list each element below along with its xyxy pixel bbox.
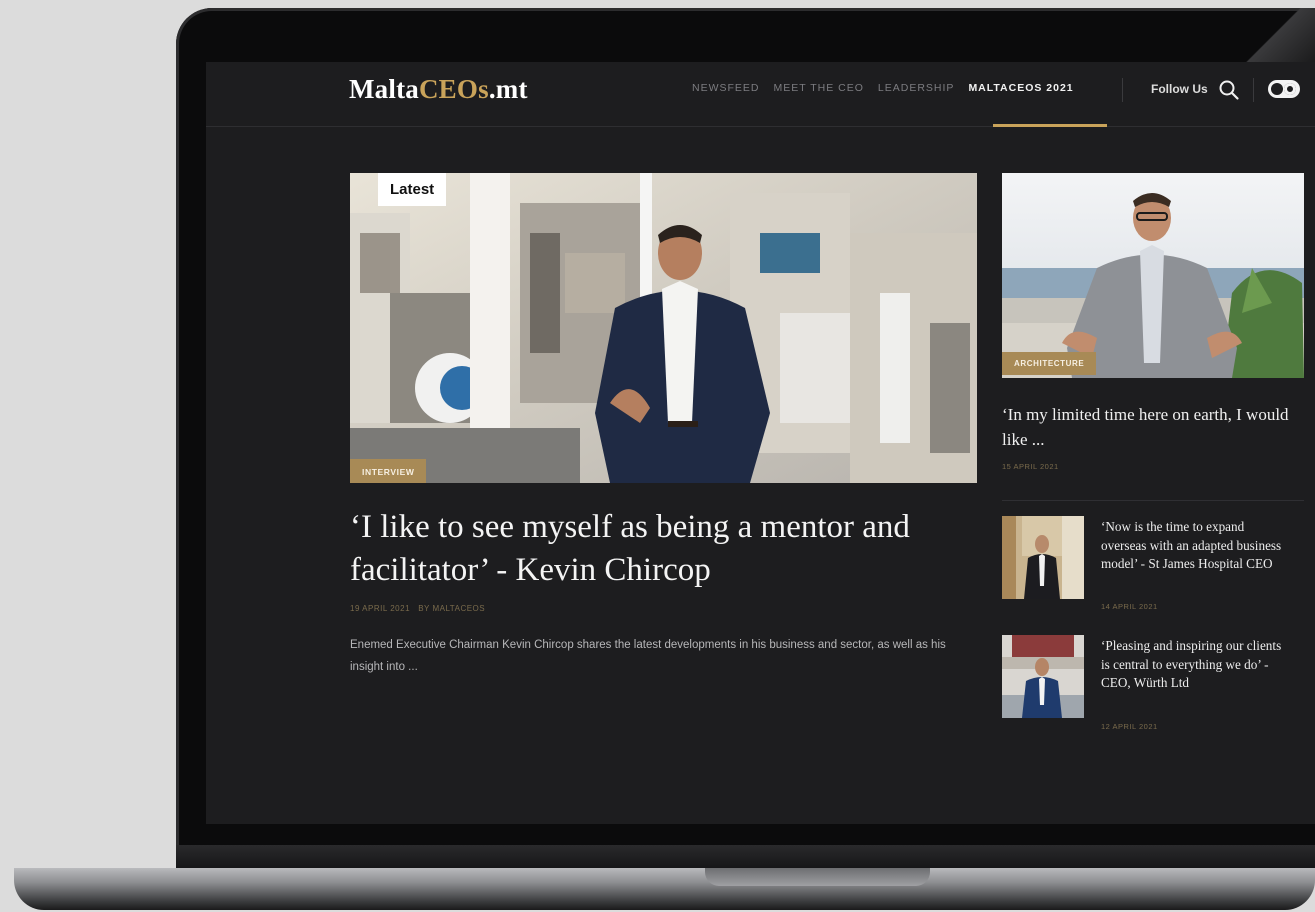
nav-divider-2 <box>1253 78 1254 102</box>
nav-item-meet-the-ceo[interactable]: MEET THE CEO <box>774 82 864 94</box>
toggle-ring-icon <box>1284 83 1296 95</box>
feature-article-date: 19 APRIL 2021 <box>350 604 411 613</box>
feature-article-title[interactable]: ‘I like to see myself as being a mentor … <box>350 506 950 592</box>
nav-item-leadership[interactable]: LEADERSHIP <box>878 82 955 94</box>
feature-article-image[interactable]: Latest INTERVIEW <box>350 173 977 483</box>
logo-text-mt: .mt <box>488 74 528 104</box>
list-item-photo <box>1002 635 1084 718</box>
toggle-knob-icon <box>1271 83 1283 95</box>
follow-us-link[interactable]: Follow Us <box>1151 82 1208 96</box>
category-tag-interview[interactable]: INTERVIEW <box>350 459 427 483</box>
side-column-divider <box>1002 500 1304 501</box>
logo-text-ceos: CEOs <box>418 74 489 104</box>
site-logo[interactable]: MaltaCEOs.mt <box>349 74 528 105</box>
side-article-image[interactable]: ARCHITECTURE <box>1002 173 1304 378</box>
active-nav-indicator <box>993 124 1107 127</box>
list-item-title[interactable]: ‘Pleasing and inspiring our clients is c… <box>1101 637 1291 693</box>
side-article-title[interactable]: ‘In my limited time here on earth, I wou… <box>1002 402 1302 452</box>
search-icon[interactable] <box>1218 79 1240 101</box>
laptop-base <box>14 868 1315 910</box>
nav-item-newsfeed[interactable]: NEWSFEED <box>692 82 760 94</box>
list-item-title[interactable]: ‘Now is the time to expand overseas with… <box>1101 518 1291 574</box>
list-item-date: 14 APRIL 2021 <box>1101 602 1158 611</box>
laptop-opening-notch <box>705 868 930 886</box>
side-article-date: 15 APRIL 2021 <box>1002 462 1059 471</box>
category-tag-architecture[interactable]: ARCHITECTURE <box>1002 352 1097 375</box>
latest-badge: Latest <box>378 173 447 206</box>
list-item-thumbnail[interactable] <box>1002 516 1084 599</box>
logo-text-malta: Malta <box>349 74 419 104</box>
feature-article-excerpt: Enemed Executive Chairman Kevin Chircop … <box>350 639 946 673</box>
laptop-screen: MaltaCEOs.mt NEWSFEED MEET THE CEO LEADE… <box>206 62 1315 824</box>
list-item-date: 12 APRIL 2021 <box>1101 722 1158 731</box>
dark-mode-toggle[interactable] <box>1268 80 1300 98</box>
nav-item-maltaceos-2021[interactable]: MALTACEOS 2021 <box>968 82 1073 94</box>
feature-article-meta: 19 APRIL 2021 BY MALTACEOS <box>350 604 485 613</box>
list-item-thumbnail[interactable] <box>1002 635 1084 718</box>
feature-photo <box>350 173 977 483</box>
site-header: MaltaCEOs.mt NEWSFEED MEET THE CEO LEADE… <box>206 62 1315 127</box>
main-nav: NEWSFEED MEET THE CEO LEADERSHIP MALTACE… <box>692 82 1074 94</box>
nav-divider <box>1122 78 1123 102</box>
feature-article-author[interactable]: BY MALTACEOS <box>418 604 485 613</box>
list-item-photo <box>1002 516 1084 599</box>
laptop-chin <box>176 845 1315 870</box>
side-photo <box>1002 173 1304 378</box>
bezel-glare <box>1215 8 1315 62</box>
